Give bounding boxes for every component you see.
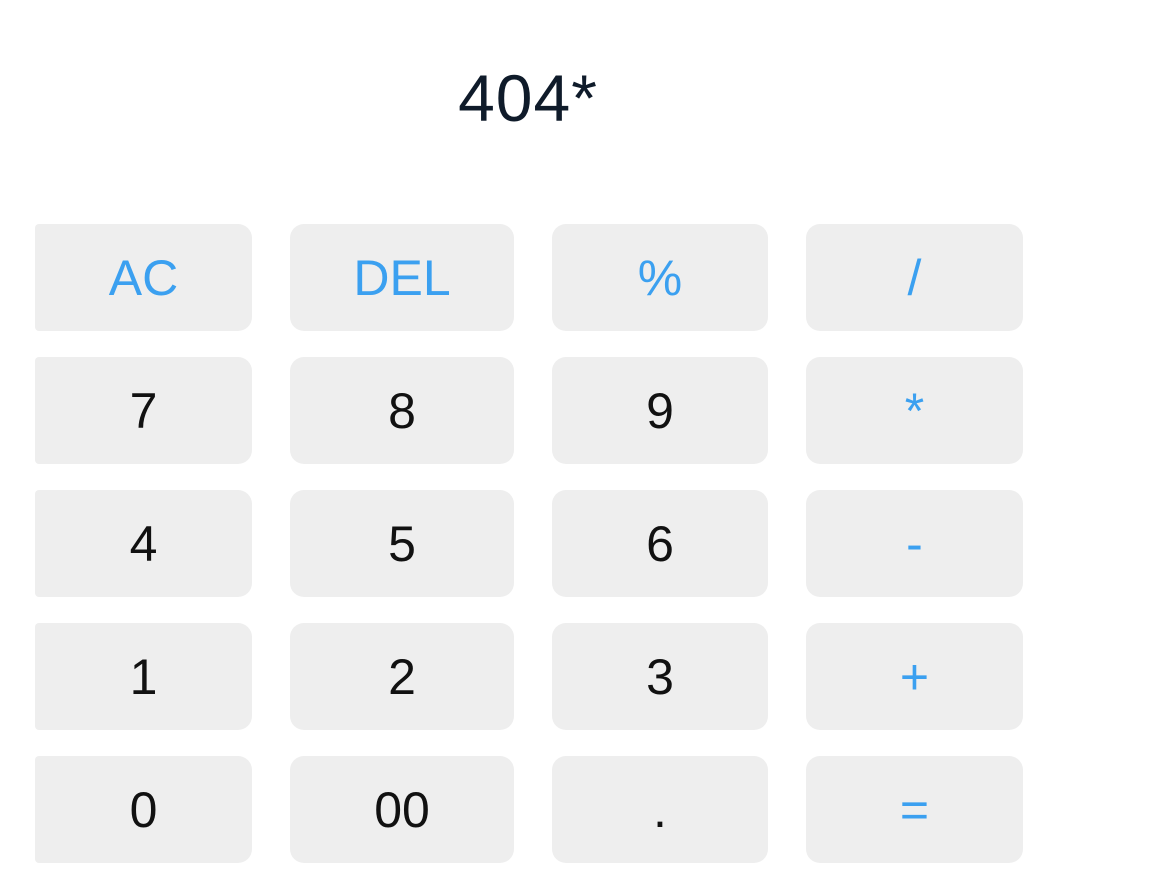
- ac-button[interactable]: AC: [35, 224, 252, 331]
- digit-6-button[interactable]: 6: [552, 490, 768, 597]
- add-button[interactable]: +: [806, 623, 1023, 730]
- digit-7-button[interactable]: 7: [35, 357, 252, 464]
- subtract-button[interactable]: -: [806, 490, 1023, 597]
- digit-5-button[interactable]: 5: [290, 490, 514, 597]
- digit-8-button[interactable]: 8: [290, 357, 514, 464]
- digit-2-button[interactable]: 2: [290, 623, 514, 730]
- delete-button[interactable]: DEL: [290, 224, 514, 331]
- percent-button[interactable]: %: [552, 224, 768, 331]
- decimal-button[interactable]: .: [552, 756, 768, 863]
- digit-0-button[interactable]: 0: [35, 756, 252, 863]
- multiply-button[interactable]: *: [806, 357, 1023, 464]
- divide-button[interactable]: /: [806, 224, 1023, 331]
- equals-button[interactable]: =: [806, 756, 1023, 863]
- keypad: AC DEL % / 7 8 9 * 4 5 6 - 1 2 3 + 0 00 …: [0, 0, 1152, 894]
- digit-9-button[interactable]: 9: [552, 357, 768, 464]
- double-zero-button[interactable]: 00: [290, 756, 514, 863]
- digit-1-button[interactable]: 1: [35, 623, 252, 730]
- digit-3-button[interactable]: 3: [552, 623, 768, 730]
- digit-4-button[interactable]: 4: [35, 490, 252, 597]
